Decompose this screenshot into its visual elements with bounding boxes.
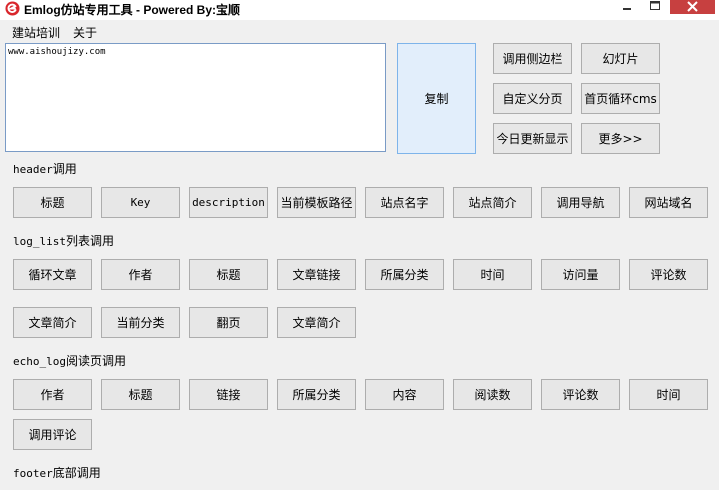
log-list-category-button[interactable]: 所属分类 [365,259,444,290]
header-description-button[interactable]: description [189,187,268,218]
title-bar: Emlog仿站专用工具 - Powered By:宝顺 [0,0,719,20]
header-navigation-button[interactable]: 调用导航 [541,187,620,218]
echo-log-link-button[interactable]: 链接 [189,379,268,410]
footer-label-suffix: 底部调用 [52,466,101,480]
maximize-button[interactable] [642,0,668,14]
code-output-textarea[interactable]: www.aishoujizy.com [5,43,386,152]
slideshow-button[interactable]: 幻灯片 [581,43,660,74]
close-icon [687,1,698,12]
echo-log-content-button[interactable]: 内容 [365,379,444,410]
log-list-loop-button[interactable]: 循环文章 [13,259,92,290]
log-list-link-button[interactable]: 文章链接 [277,259,356,290]
sidebar-call-button[interactable]: 调用侧边栏 [493,43,572,74]
header-key-button[interactable]: Key [101,187,180,218]
echo-log-section-label: echo_log阅读页调用 [13,352,126,369]
header-domain-button[interactable]: 网站域名 [629,187,708,218]
echo-log-label-prefix: echo_log [13,355,66,368]
copy-button[interactable]: 复制 [397,43,476,154]
header-label-suffix: 调用 [52,162,77,176]
echo-log-category-button[interactable]: 所属分类 [277,379,356,410]
echo-log-call-comments-button[interactable]: 调用评论 [13,419,92,450]
echo-log-label-suffix: 阅读页调用 [65,354,126,368]
header-template-path-button[interactable]: 当前模板路径 [277,187,356,218]
minimize-icon [623,8,631,10]
log-list-views-button[interactable]: 访问量 [541,259,620,290]
echo-log-title-button[interactable]: 标题 [101,379,180,410]
header-site-intro-button[interactable]: 站点简介 [453,187,532,218]
footer-label-prefix: footer [13,467,53,480]
window-title: Emlog仿站专用工具 - Powered By:宝顺 [24,3,241,17]
more-button[interactable]: 更多>> [581,123,660,154]
log-list-current-category-button[interactable]: 当前分类 [101,307,180,338]
echo-log-reads-button[interactable]: 阅读数 [453,379,532,410]
log-list-comments-button[interactable]: 评论数 [629,259,708,290]
echo-log-author-button[interactable]: 作者 [13,379,92,410]
echo-log-comments-button[interactable]: 评论数 [541,379,620,410]
log-list-title-button[interactable]: 标题 [189,259,268,290]
log-list-section-label: log_list列表调用 [13,232,114,249]
app-logo-icon [5,1,20,16]
header-section-label: header调用 [13,160,77,177]
today-updates-button[interactable]: 今日更新显示 [493,123,572,154]
menu-bar: 建站培训 关于 [0,22,719,41]
header-label-prefix: header [13,163,53,176]
log-list-label-prefix: log_list [13,235,66,248]
menu-item-training[interactable]: 建站培训 [12,24,60,41]
home-loop-cms-button[interactable]: 首页循环cms [581,83,660,114]
log-list-author-button[interactable]: 作者 [101,259,180,290]
header-title-button[interactable]: 标题 [13,187,92,218]
log-list-label-suffix: 列表调用 [65,234,114,248]
echo-log-time-button[interactable]: 时间 [629,379,708,410]
log-list-time-button[interactable]: 时间 [453,259,532,290]
minimize-button[interactable] [614,0,640,14]
menu-item-about[interactable]: 关于 [73,24,97,41]
log-list-excerpt-button[interactable]: 文章简介 [13,307,92,338]
maximize-icon [650,1,660,10]
header-site-name-button[interactable]: 站点名字 [365,187,444,218]
log-list-pagination-button[interactable]: 翻页 [189,307,268,338]
log-list-excerpt-2-button[interactable]: 文章简介 [277,307,356,338]
custom-pagination-button[interactable]: 自定义分页 [493,83,572,114]
footer-section-label: footer底部调用 [13,464,101,481]
close-button[interactable] [670,0,715,14]
